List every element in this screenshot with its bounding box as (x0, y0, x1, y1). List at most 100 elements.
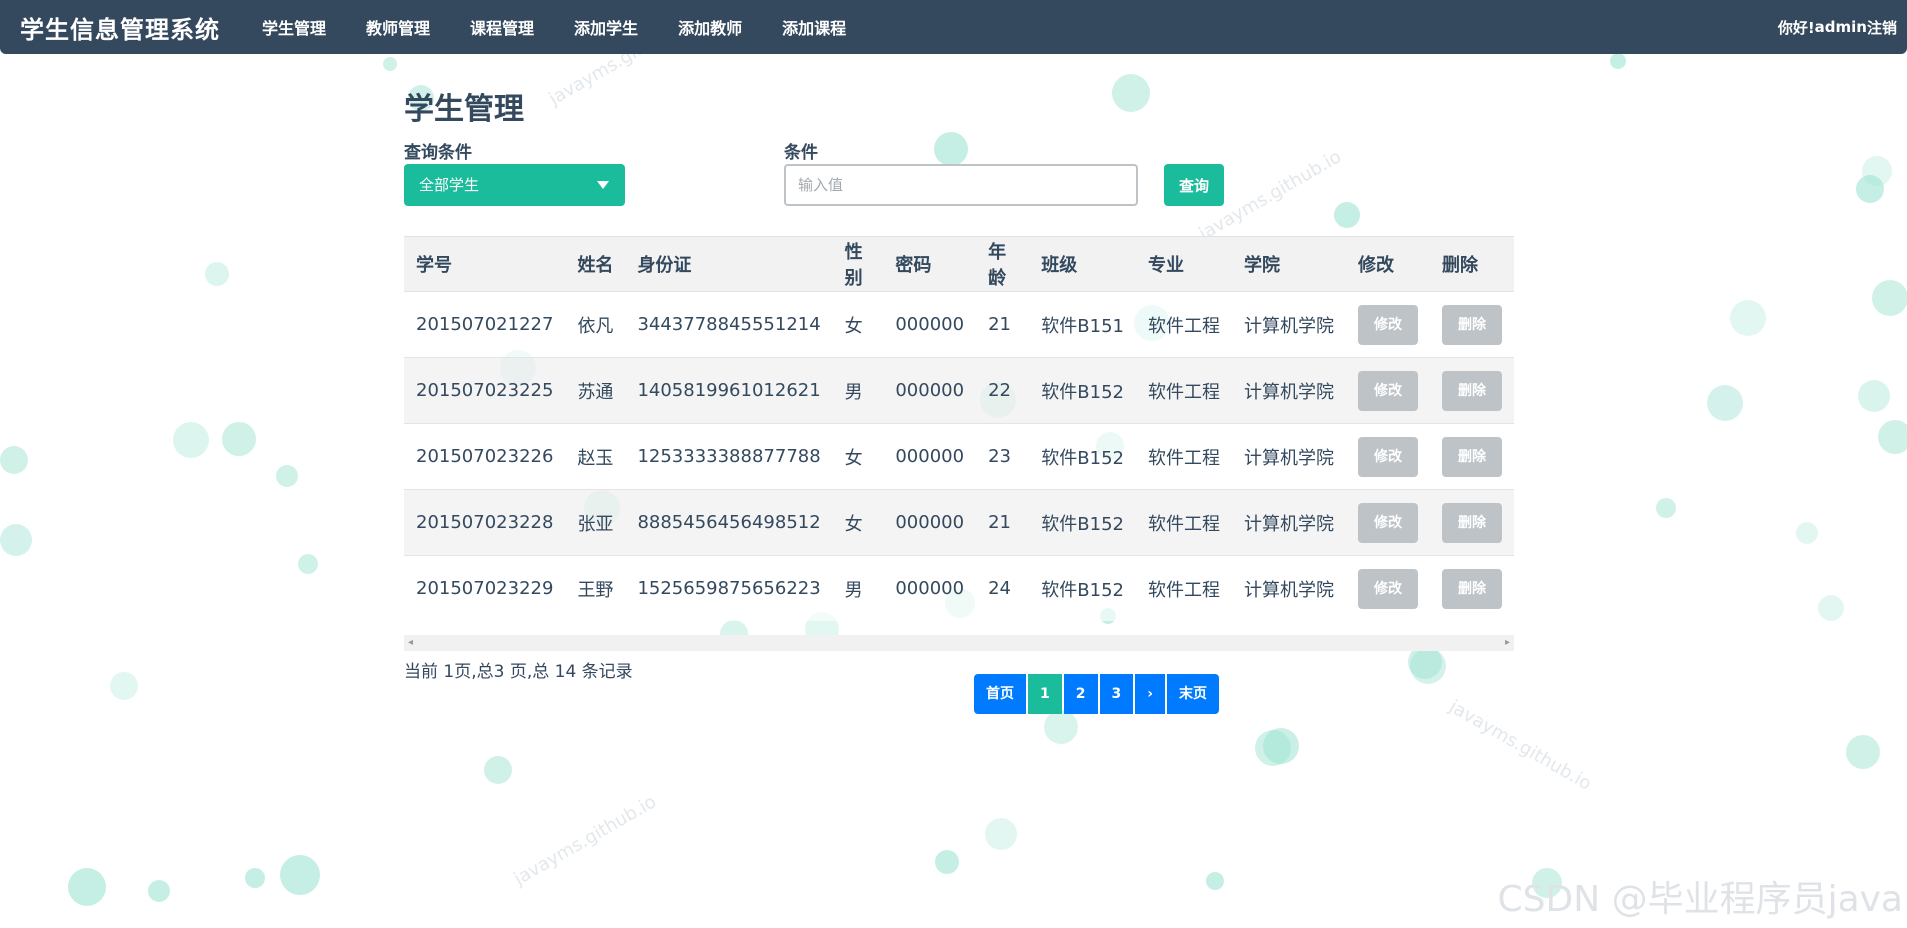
nav-student-management[interactable]: 学生管理 (262, 15, 326, 39)
table-row: 201507023226 赵玉 1253333388877788 女 00000… (404, 423, 1514, 490)
cell-password: 000000 (883, 291, 977, 358)
cell-delete: 删除 (1429, 555, 1514, 621)
edit-button[interactable]: 修改 (1357, 370, 1418, 411)
value-input[interactable] (784, 164, 1138, 206)
cell-student-id: 201507023229 (404, 555, 566, 621)
cell-delete: 删除 (1429, 291, 1514, 358)
cell-student-id: 201507021227 (404, 291, 566, 358)
cell-name: 依凡 (565, 291, 626, 358)
chevron-down-icon (597, 181, 609, 189)
delete-button[interactable]: 删除 (1441, 502, 1502, 543)
value-label: 条件 (784, 143, 818, 163)
cell-age: 23 (976, 423, 1030, 490)
cell-edit: 修改 (1345, 291, 1430, 358)
cell-age: 21 (976, 489, 1030, 556)
edit-button[interactable]: 修改 (1357, 568, 1418, 609)
cell-id-card: 1525659875656223 (625, 555, 833, 621)
greeting: 你好! (1777, 18, 1815, 37)
cell-major: 软件工程 (1135, 423, 1232, 490)
cell-major: 软件工程 (1135, 555, 1232, 621)
page-next-button[interactable]: › (1135, 674, 1166, 714)
cell-student-id: 201507023225 (404, 357, 566, 424)
col-class: 班级 (1029, 236, 1136, 292)
page-1-button[interactable]: 1 (1028, 674, 1062, 714)
col-age: 年龄 (976, 236, 1030, 292)
cell-edit: 修改 (1345, 555, 1430, 621)
cell-password: 000000 (883, 555, 977, 621)
col-password: 密码 (883, 236, 977, 292)
app-brand[interactable]: 学生信息管理系统 (20, 10, 220, 45)
delete-button[interactable]: 删除 (1441, 436, 1502, 477)
query-button[interactable]: 查询 (1164, 164, 1224, 206)
nav-teacher-management[interactable]: 教师管理 (366, 15, 430, 39)
delete-button[interactable]: 删除 (1441, 304, 1502, 345)
table-row: 201507023229 王野 1525659875656223 男 00000… (404, 555, 1514, 621)
cell-student-id: 201507023228 (404, 489, 566, 556)
nav-add-student[interactable]: 添加学生 (574, 15, 638, 39)
cell-password: 000000 (883, 357, 977, 424)
cell-gender: 女 (832, 291, 884, 358)
cell-id-card: 1405819961012621 (625, 357, 833, 424)
cell-college: 计算机学院 (1231, 555, 1346, 621)
table-row: 201507021227 依凡 3443778845551214 女 00000… (404, 291, 1514, 358)
cell-class: 软件B152 (1029, 489, 1136, 556)
cell-college: 计算机学院 (1231, 291, 1346, 358)
scroll-left-icon[interactable]: ◂ (408, 635, 413, 651)
page-title: 学生管理 (404, 92, 524, 127)
filter-row: 查询条件 全部学生 条件 查询 (404, 138, 1514, 218)
cell-name: 赵玉 (565, 423, 626, 490)
cell-id-card: 8885456456498512 (625, 489, 833, 556)
cell-major: 软件工程 (1135, 357, 1232, 424)
page-3-button[interactable]: 3 (1099, 674, 1134, 714)
edit-button[interactable]: 修改 (1357, 436, 1418, 477)
col-gender: 性别 (832, 236, 884, 292)
cell-class: 软件B152 (1029, 423, 1136, 490)
cell-class: 软件B151 (1029, 291, 1136, 358)
logout-link[interactable]: 注销 (1867, 17, 1897, 38)
cell-age: 22 (976, 357, 1030, 424)
col-major: 专业 (1135, 236, 1232, 292)
main-content: 学生管理 查询条件 全部学生 条件 查询 学号 姓名 身份证 性别 密码 年龄 … (404, 90, 1514, 714)
site-watermark: javayms.github.io (510, 791, 660, 890)
delete-button[interactable]: 删除 (1441, 370, 1502, 411)
cell-id-card: 1253333388877788 (625, 423, 833, 490)
horizontal-scrollbar[interactable]: ◂ ▸ (404, 635, 1514, 651)
col-student-id: 学号 (404, 236, 566, 292)
cell-delete: 删除 (1429, 357, 1514, 424)
edit-button[interactable]: 修改 (1357, 304, 1418, 345)
cell-gender: 男 (832, 555, 884, 621)
condition-select-value: 全部学生 (419, 176, 480, 194)
cell-password: 000000 (883, 423, 977, 490)
student-table: 学号 姓名 身份证 性别 密码 年龄 班级 专业 学院 修改 删除 201507… (404, 236, 1514, 621)
cell-college: 计算机学院 (1231, 489, 1346, 556)
username: admin (1814, 18, 1867, 36)
cell-class: 软件B152 (1029, 357, 1136, 424)
cell-college: 计算机学院 (1231, 423, 1346, 490)
table-header-row: 学号 姓名 身份证 性别 密码 年龄 班级 专业 学院 修改 删除 (404, 236, 1514, 292)
cell-gender: 男 (832, 357, 884, 424)
page-last-button[interactable]: 末页 (1167, 674, 1220, 714)
condition-label: 查询条件 (404, 143, 472, 163)
page-2-button[interactable]: 2 (1063, 674, 1098, 714)
cell-edit: 修改 (1345, 357, 1430, 424)
cell-name: 张亚 (565, 489, 626, 556)
cell-edit: 修改 (1345, 423, 1430, 490)
cell-major: 软件工程 (1135, 489, 1232, 556)
cell-delete: 删除 (1429, 489, 1514, 556)
top-navbar: 学生信息管理系统 学生管理 教师管理 课程管理 添加学生 添加教师 添加课程 你… (0, 0, 1907, 54)
cell-gender: 女 (832, 489, 884, 556)
nav-add-course[interactable]: 添加课程 (782, 15, 846, 39)
nav-add-teacher[interactable]: 添加教师 (678, 15, 742, 39)
edit-button[interactable]: 修改 (1357, 502, 1418, 543)
delete-button[interactable]: 删除 (1441, 568, 1502, 609)
user-area: 你好! admin 注销 (1778, 0, 1897, 54)
csdn-watermark: CSDN @毕业程序员java (1497, 879, 1903, 920)
col-college: 学院 (1231, 236, 1346, 292)
cell-gender: 女 (832, 423, 884, 490)
cell-class: 软件B152 (1029, 555, 1136, 621)
condition-select[interactable]: 全部学生 (404, 164, 625, 206)
cell-student-id: 201507023226 (404, 423, 566, 490)
scroll-right-icon[interactable]: ▸ (1505, 635, 1510, 651)
page-first-button[interactable]: 首页 (974, 674, 1026, 714)
nav-course-management[interactable]: 课程管理 (470, 15, 534, 39)
